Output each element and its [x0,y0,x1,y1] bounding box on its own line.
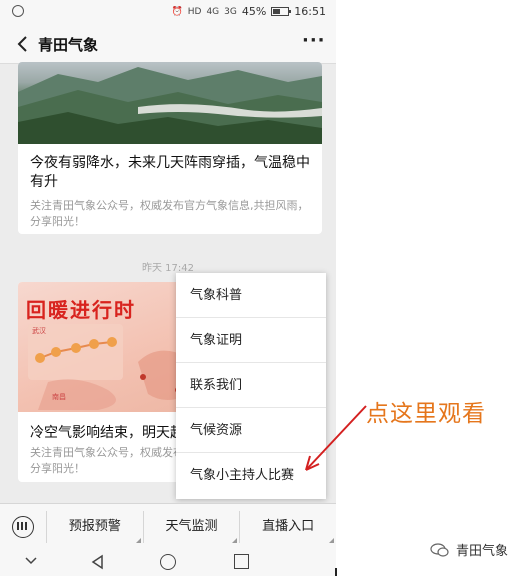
chevron-down-icon[interactable] [24,556,38,566]
menu-weather-monitoring[interactable]: 天气监测 [142,510,240,543]
title-bar: 青田气象 ··· [0,24,336,64]
nav-home-icon[interactable] [160,554,176,570]
menu-item-weather-certificate[interactable]: 气象证明 [176,318,326,363]
text-cursor [335,568,337,576]
battery-percent: 45% [241,5,267,18]
submenu-indicator-icon [329,537,335,543]
bottom-menu-bar: 预报预警 天气监测 直播入口 [0,503,336,549]
article-description: 关注青田气象公众号，权威发布官方气象信息,共担风雨，分享阳光！ [30,199,309,228]
menu-item-weather-science[interactable]: 气象科普 [176,273,326,318]
article-card[interactable]: 今夜有弱降水，未来几天阵雨穿插，气温稳中有升 关注青田气象公众号，权威发布官方气… [18,62,322,234]
mountain-valley-image [18,62,322,144]
map-label-wuhan: 武汉 [32,327,46,335]
keyboard-toggle[interactable] [0,504,46,550]
keyboard-icon [12,515,34,538]
signal-4g-icon: 4G [206,6,220,17]
menu-label: 预报预警 [68,518,121,534]
phone-screen: ⏰ HD 4G 3G 45% 16:51 青田气象 ··· 今夜有弱降水，未来几… [0,0,336,576]
menu-label: 天气监测 [165,518,218,534]
system-nav-bar [0,549,336,576]
nav-recent-icon[interactable] [234,554,249,569]
submenu-indicator-icon [135,537,141,543]
menu-forecast-warning[interactable]: 预报预警 [46,510,143,543]
alarm-icon: ⏰ [171,6,183,17]
battery-icon [271,7,292,16]
annotation-label: 点这里观看 [366,401,486,427]
submenu-indicator-icon [232,537,238,543]
signal-3g-icon: 3G [224,6,237,17]
menu-live-entry[interactable]: 直播入口 [239,510,336,543]
nav-back-icon[interactable] [90,554,104,570]
hd-icon: HD [187,6,202,17]
status-bar: ⏰ HD 4G 3G 45% 16:51 [0,0,336,24]
wechat-icon [430,542,449,557]
map-label-nanchang: 南昌 [52,393,66,401]
watermark: 青田气象 [430,540,508,559]
article-title: 今夜有弱降水，未来几天阵雨穿插，气温稳中有升 [30,155,310,190]
status-time: 16:51 [294,5,326,18]
page-title: 青田气象 [38,36,99,54]
more-options-icon[interactable]: ··· [302,32,325,54]
message-timestamp: 昨天 17:42 [142,263,194,274]
status-circle-icon [12,5,24,17]
back-arrow-icon[interactable] [14,34,32,54]
menu-label: 直播入口 [262,518,315,534]
watermark-text: 青田气象 [456,544,509,559]
